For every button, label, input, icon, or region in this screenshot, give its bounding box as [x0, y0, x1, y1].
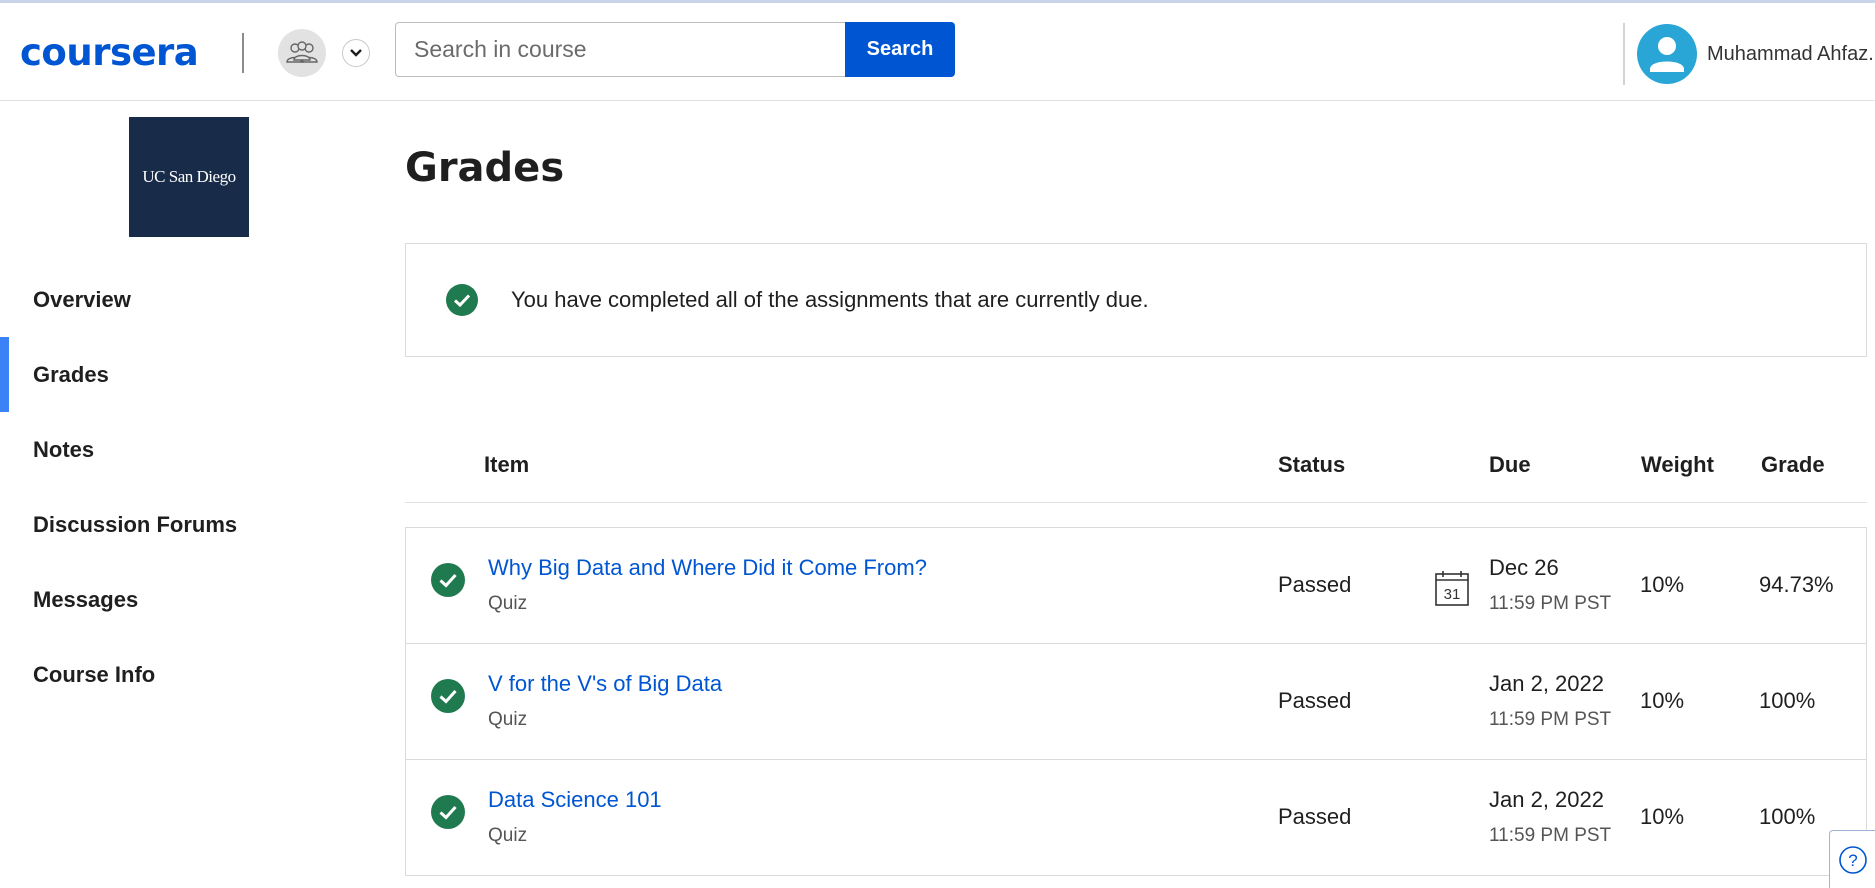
group-dropdown-button[interactable]: [342, 39, 370, 67]
assignment-status: Passed: [1278, 572, 1352, 597]
grades-table: Why Big Data and Where Did it Come From?…: [405, 527, 1867, 876]
column-header-status: Status: [1278, 452, 1346, 477]
due-date: Jan 2, 2022: [1489, 671, 1604, 696]
sidebar-item-discussion-forums[interactable]: Discussion Forums: [0, 487, 330, 562]
people-group-icon: [286, 41, 318, 63]
due-date: Dec 26: [1489, 555, 1559, 580]
header-divider: [242, 33, 244, 73]
check-circle-icon: [431, 679, 465, 713]
page-title: Grades: [405, 145, 565, 191]
assignment-weight: 10%: [1640, 688, 1685, 713]
assignment-weight: 10%: [1640, 804, 1685, 829]
assignment-status: Passed: [1278, 688, 1352, 713]
check-circle-icon: [446, 284, 478, 316]
help-label: ?: [1848, 851, 1857, 870]
assignment-type: Quiz: [488, 709, 528, 730]
header-right-divider: [1623, 23, 1625, 85]
check-circle-icon: [431, 795, 465, 829]
assignment-type: Quiz: [488, 825, 528, 846]
user-silhouette-icon: [1650, 37, 1684, 72]
column-header-due: Due: [1489, 452, 1531, 477]
due-time: 11:59 PM PST: [1489, 709, 1612, 730]
assignment-link[interactable]: V for the V's of Big Data: [488, 671, 722, 697]
column-header-weight: Weight: [1641, 452, 1714, 477]
due-time: 11:59 PM PST: [1489, 593, 1612, 614]
column-header-item: Item: [484, 452, 530, 477]
calendar-icon: 31: [1435, 571, 1469, 606]
chevron-down-icon: [350, 49, 362, 57]
user-avatar[interactable]: [1637, 24, 1697, 84]
coursera-logo[interactable]: coursera: [20, 31, 199, 75]
sidebar-item-notes[interactable]: Notes: [0, 412, 330, 487]
assignment-status: Passed: [1278, 804, 1352, 829]
sidebar-item-messages[interactable]: Messages: [0, 562, 330, 637]
due-time: 11:59 PM PST: [1489, 825, 1612, 846]
learning-group-button[interactable]: [278, 29, 326, 77]
sidebar-item-overview[interactable]: Overview: [0, 262, 330, 337]
sidebar-item-grades[interactable]: Grades: [0, 337, 330, 412]
completion-banner: You have completed all of the assignment…: [405, 243, 1867, 357]
calendar-day-number: 31: [1444, 586, 1461, 603]
top-header: coursera Search Muhammad Ahfaz...: [0, 3, 1875, 101]
table-row: Data Science 101 Quiz Passed Jan 2, 2022…: [406, 760, 1866, 876]
assignment-grade: 94.73%: [1759, 572, 1834, 597]
check-circle-icon: [431, 563, 465, 597]
table-row: Why Big Data and Where Did it Come From?…: [406, 528, 1866, 644]
search-button[interactable]: Search: [845, 22, 955, 77]
table-row: V for the V's of Big Data Quiz Passed Ja…: [406, 644, 1866, 760]
sidebar-item-course-info[interactable]: Course Info: [0, 637, 330, 712]
help-button[interactable]: ?: [1829, 830, 1875, 888]
assignment-grade: 100%: [1759, 804, 1816, 829]
column-header-grade: Grade: [1761, 452, 1825, 477]
university-logo[interactable]: UC San Diego: [129, 117, 249, 237]
grades-table-header: Item Status Due Weight Grade: [405, 440, 1867, 503]
assignment-link[interactable]: Why Big Data and Where Did it Come From?: [488, 555, 927, 581]
assignment-type: Quiz: [488, 593, 528, 614]
university-logo-text: UC San Diego: [142, 167, 236, 186]
assignment-link[interactable]: Data Science 101: [488, 787, 662, 813]
due-date: Jan 2, 2022: [1489, 787, 1604, 812]
assignment-weight: 10%: [1640, 572, 1685, 597]
search-input[interactable]: [395, 22, 847, 77]
assignment-grade: 100%: [1759, 688, 1816, 713]
sidebar-nav: Overview Grades Notes Discussion Forums …: [0, 262, 330, 712]
user-name[interactable]: Muhammad Ahfaz...: [1707, 43, 1875, 66]
question-mark-icon: ?: [1838, 845, 1867, 874]
banner-message: You have completed all of the assignment…: [511, 287, 1149, 312]
